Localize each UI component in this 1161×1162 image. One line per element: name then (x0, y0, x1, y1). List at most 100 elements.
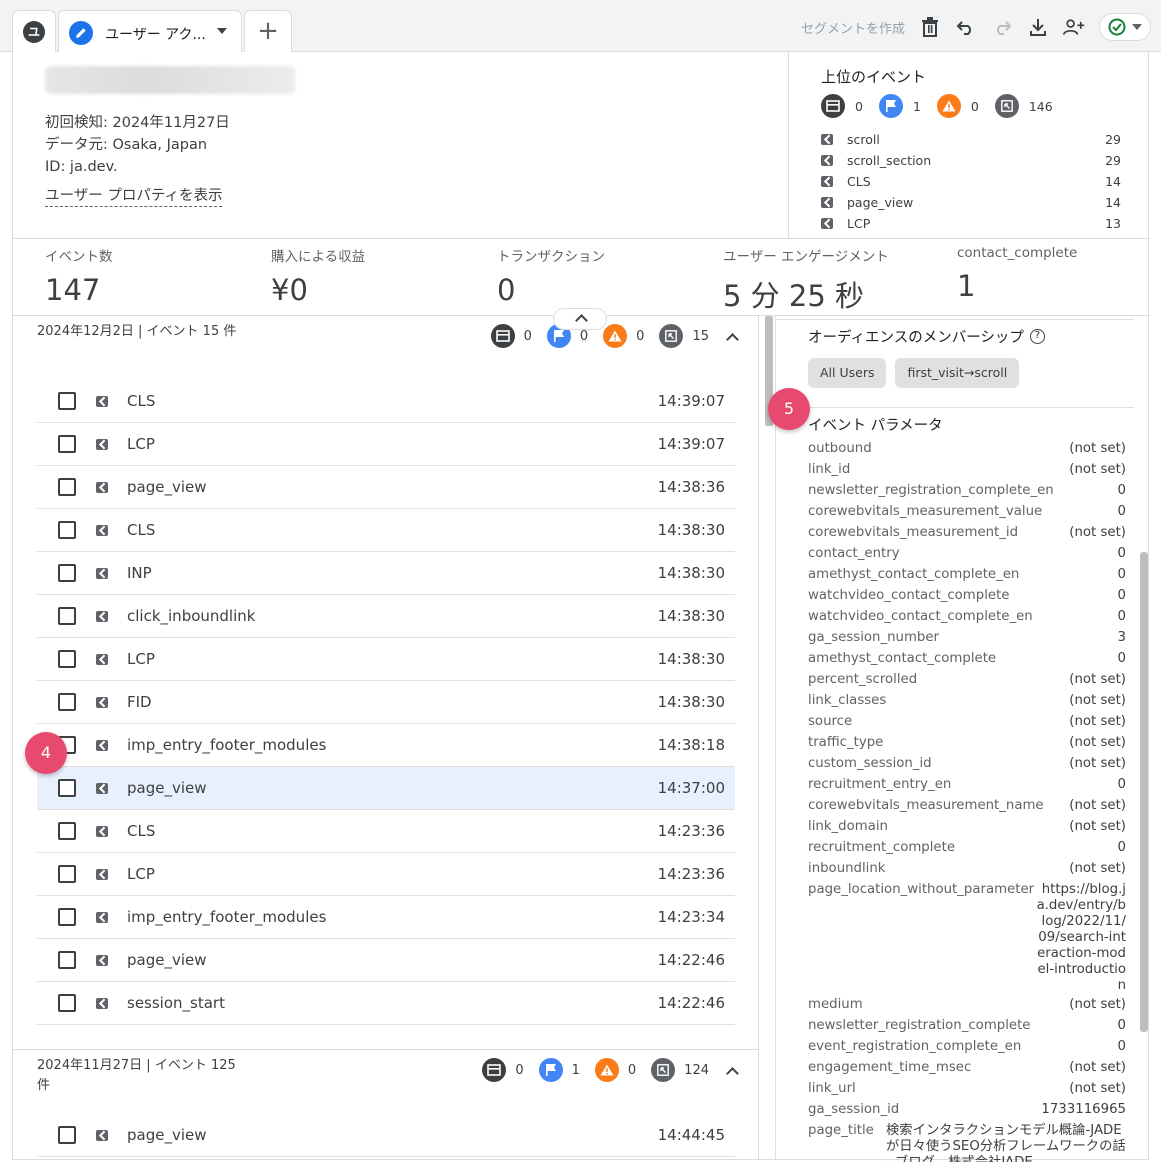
event-time: 14:37:00 (657, 779, 725, 797)
add-tab-button[interactable]: + (244, 10, 292, 52)
row-checkbox[interactable] (58, 435, 76, 453)
list-item[interactable]: CLS 14 (821, 171, 1121, 192)
event-row[interactable]: page_view 14:38:36 (37, 466, 735, 509)
event-row[interactable]: click_inboundlink 14:38:30 (37, 595, 735, 638)
param-row: engagement_time_msec (not set) (808, 1057, 1126, 1078)
event-icon (96, 395, 108, 407)
conversion-dark-icon (821, 94, 845, 118)
row-checkbox[interactable] (58, 693, 76, 711)
scrollbar[interactable] (1140, 552, 1148, 1032)
conversion-dark-icon (490, 324, 515, 348)
show-user-properties-link[interactable]: ユーザー プロパティを表示 (45, 184, 223, 207)
list-item[interactable]: scroll 29 (821, 129, 1121, 150)
param-row: watchvideo_contact_complete_en 0 (808, 606, 1126, 627)
row-checkbox[interactable] (58, 908, 76, 926)
count: 0 (515, 1062, 524, 1078)
row-checkbox[interactable] (58, 564, 76, 582)
event-time: 14:38:30 (657, 521, 725, 539)
row-checkbox[interactable] (58, 478, 76, 496)
param-row: source (not set) (808, 711, 1126, 732)
day-title: 2024年11月27日 | イベント 125 件 (37, 1058, 236, 1093)
row-checkbox[interactable] (58, 779, 76, 797)
event-row[interactable]: LCP 14:39:07 (37, 423, 735, 466)
event-time: 14:39:07 (657, 435, 725, 453)
event-row[interactable]: INP 14:38:30 (37, 552, 735, 595)
param-value: (not set) (1069, 735, 1126, 750)
event-name: INP (127, 564, 152, 582)
param-key: newsletter_registration_complete (808, 1018, 1031, 1033)
param-value: https://blog.ja.dev/entry/blog/2022/11/0… (1036, 882, 1126, 993)
redo-icon[interactable] (991, 16, 1013, 38)
metric-revenue: 購入による収益 ¥0 (271, 249, 366, 307)
status-menu-button[interactable] (1099, 13, 1151, 41)
param-key: corewebvitals_measurement_id (808, 525, 1019, 540)
chevron-down-icon[interactable] (217, 28, 227, 34)
row-checkbox[interactable] (58, 951, 76, 969)
download-icon[interactable] (1027, 16, 1049, 38)
row-checkbox[interactable] (58, 521, 76, 539)
row-checkbox[interactable] (58, 1126, 76, 1144)
param-value: (not set) (1069, 819, 1126, 834)
event-row[interactable]: page_view 14:44:45 (37, 1114, 735, 1157)
event-row[interactable]: CLS 14:23:36 (37, 810, 735, 853)
delete-icon[interactable] (919, 16, 941, 38)
list-item[interactable]: page_view 14 (821, 192, 1121, 213)
param-row: inboundlink (not set) (808, 858, 1126, 879)
param-key: link_id (808, 462, 851, 477)
audience-chip[interactable]: first_visit→scroll (895, 358, 1020, 388)
event-row[interactable]: LCP 14:23:36 (37, 853, 735, 896)
event-row[interactable]: page_view 14:37:00 (37, 767, 735, 810)
count: 1 (912, 98, 921, 114)
undo-icon[interactable] (955, 16, 977, 38)
event-icon (821, 155, 833, 166)
event-row[interactable]: session_start 14:22:46 (37, 982, 735, 1025)
event-row[interactable]: page_view 14:22:46 (37, 939, 735, 982)
divider (776, 319, 1134, 320)
event-time: 14:38:30 (657, 607, 725, 625)
event-name: LCP (127, 650, 155, 668)
share-users-icon[interactable] (1063, 16, 1085, 38)
tab-user-activity[interactable]: ユーザー アク... (58, 10, 242, 53)
row-checkbox[interactable] (58, 822, 76, 840)
day-counts: 0 0 0 15 (490, 324, 739, 348)
param-value: 0 (1117, 1018, 1126, 1033)
param-value: 0 (1117, 546, 1126, 561)
row-checkbox[interactable] (58, 392, 76, 410)
row-checkbox[interactable] (58, 994, 76, 1012)
create-segment-link[interactable]: セグメントを作成 (801, 18, 905, 37)
chevron-up-icon[interactable] (726, 1066, 739, 1080)
param-key: custom_session_id (808, 756, 932, 771)
help-icon[interactable]: ? (1029, 329, 1045, 344)
event-name: imp_entry_footer_modules (127, 908, 327, 926)
warning-icon (936, 94, 961, 118)
event-row[interactable]: FID 14:38:30 (37, 681, 735, 724)
step-badge-5: 5 (768, 388, 810, 430)
event-params-title: イベント パラメータ (808, 418, 943, 434)
event-row[interactable]: LCP 14:38:30 (37, 638, 735, 681)
row-checkbox[interactable] (58, 650, 76, 668)
param-row: page_location_without_parameter https://b… (808, 879, 1126, 994)
row-checkbox[interactable] (58, 865, 76, 883)
collapse-summary-button[interactable] (553, 308, 607, 330)
audience-membership-title: オーディエンスのメンバーシップ ? (808, 326, 1045, 347)
param-key: inboundlink (808, 861, 886, 876)
event-row[interactable]: imp_entry_footer_modules 14:23:34 (37, 896, 735, 939)
event-row[interactable]: imp_entry_footer_modules 14:38:18 (37, 724, 735, 767)
chevron-up-icon[interactable] (726, 332, 739, 346)
list-item[interactable]: LCP 13 (821, 213, 1121, 234)
event-icon (96, 696, 108, 708)
audience-chip[interactable]: All Users (808, 358, 887, 388)
event-name: click_inboundlink (127, 607, 256, 625)
param-value: 0 (1117, 1039, 1126, 1054)
event-time: 14:22:46 (657, 951, 725, 969)
event-row[interactable]: CLS 14:38:30 (37, 509, 735, 552)
event-icon (821, 176, 833, 187)
day-header: 2024年12月2日 | イベント 15 件 0 0 0 15 (37, 322, 739, 366)
param-value: (not set) (1069, 441, 1126, 456)
tab-home[interactable]: ユ (12, 10, 56, 52)
list-item[interactable]: scroll_section 29 (821, 150, 1121, 171)
count: 0 (579, 328, 589, 344)
row-checkbox[interactable] (58, 607, 76, 625)
event-icon (821, 218, 833, 229)
event-row[interactable]: CLS 14:39:07 (37, 380, 735, 423)
